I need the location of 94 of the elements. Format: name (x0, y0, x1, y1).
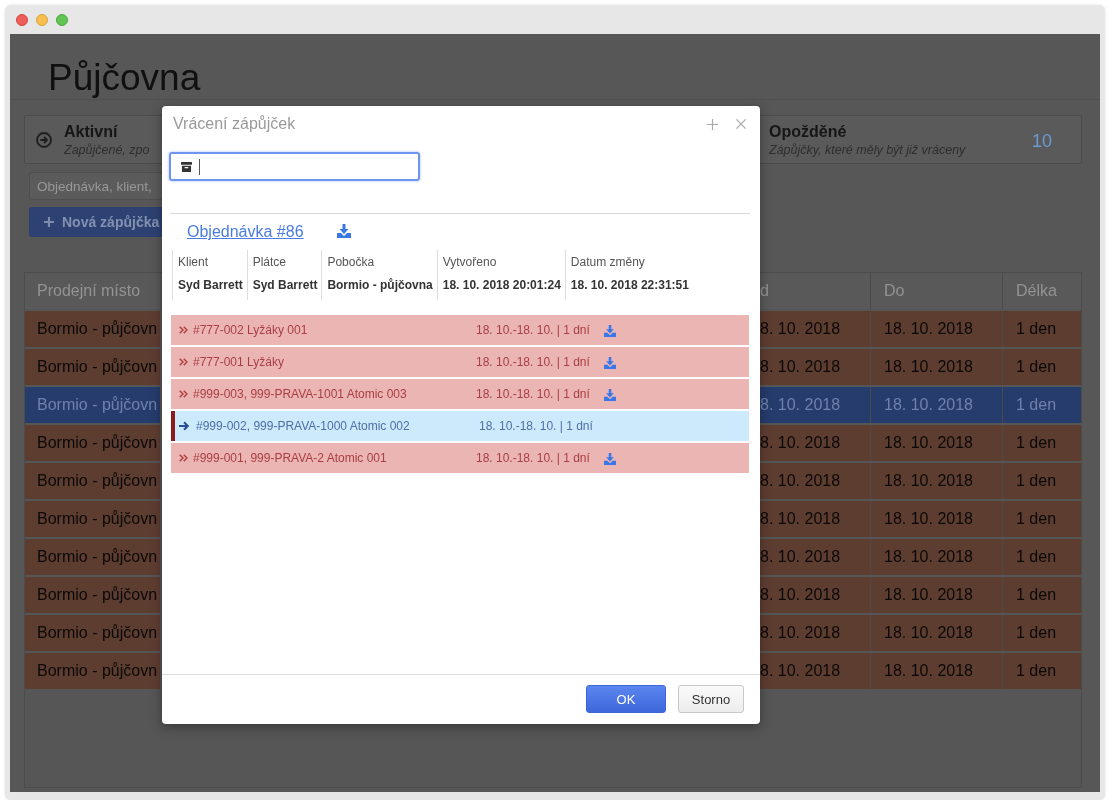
table-cell[interactable]: 18. 10. 2018 (870, 615, 1002, 651)
download-icon[interactable] (336, 224, 351, 238)
filter-count: 10 (1031, 131, 1052, 152)
info-label: Pobočka (327, 254, 375, 271)
table-cell[interactable]: 1 den (1002, 577, 1081, 613)
table-cell[interactable]: 18. 10. 2018 (870, 539, 1002, 575)
item-dates: 18. 10.-18. 10. | 1 dní (476, 451, 590, 465)
plus-icon[interactable] (707, 118, 718, 130)
table-cell[interactable]: 8. 10. 2018 (760, 615, 870, 651)
table-cell[interactable]: 8. 10. 2018 (760, 425, 870, 461)
loan-item-row[interactable]: #999-002, 999-PRAVA-1000 Atomic 002 18. 10.-18. 10. | 1 dní (171, 411, 749, 441)
item-dates: 18. 10.-18. 10. | 1 dní (476, 323, 590, 337)
double-chevron-icon (179, 358, 188, 366)
table-cell[interactable]: Bormio - půjčovn (25, 615, 160, 651)
ok-button[interactable]: OK (586, 685, 666, 713)
table-cell[interactable]: Bormio - půjčovn (25, 349, 160, 385)
double-chevron-icon (179, 326, 188, 334)
loan-item-row[interactable]: #999-001, 999-PRAVA-2 Atomic 001 18. 10.-18. 10. | 1 dní (171, 443, 749, 473)
table-cell[interactable]: 1 den (1002, 539, 1081, 575)
download-icon[interactable] (603, 325, 616, 337)
page-title: Půjčovna (48, 56, 201, 100)
download-icon[interactable] (603, 389, 616, 401)
table-cell[interactable]: Bormio - půjčovn (25, 539, 160, 575)
table-cell[interactable]: 18. 10. 2018 (870, 653, 1002, 689)
new-loan-button[interactable]: Nová zápůjčka (29, 207, 163, 237)
order-link[interactable]: Objednávka #86 (187, 223, 304, 241)
window-maximize-icon[interactable] (56, 13, 68, 26)
table-cell[interactable]: 18. 10. 2018 (870, 349, 1002, 385)
filter-title[interactable]: Opožděné (769, 122, 847, 142)
table-cell[interactable]: Bormio - půjčovn (25, 501, 160, 537)
table-cell[interactable]: 18. 10. 2018 (870, 425, 1002, 461)
table-cell[interactable]: 1 den (1002, 463, 1081, 499)
filter-title[interactable]: Aktivní (64, 122, 118, 142)
info-value: Bormio - půjčovna (327, 277, 433, 294)
table-cell[interactable]: 1 den (1002, 349, 1081, 385)
cancel-button[interactable]: Storno (678, 685, 744, 713)
text-cursor-icon (199, 158, 200, 175)
info-label: Vytvořeno (442, 254, 497, 271)
download-icon[interactable] (603, 357, 616, 369)
table-cell[interactable]: Bormio - půjčovn (25, 387, 160, 423)
table-cell[interactable]: 18. 10. 2018 (870, 387, 1002, 423)
info-value: Syd Barrett (252, 277, 318, 294)
info-label: Datum změny (570, 254, 645, 271)
table-cell[interactable]: Bormio - půjčovn (25, 311, 160, 347)
item-label: #999-003, 999-PRAVA-1001 Atomic 003 (193, 387, 408, 401)
table-cell[interactable]: 1 den (1002, 425, 1081, 461)
info-value: 18. 10. 2018 20:01:24 (442, 277, 561, 294)
item-label: #999-001, 999-PRAVA-2 Atomic 001 (193, 451, 388, 465)
double-chevron-icon (179, 390, 188, 398)
table-cell[interactable]: 1 den (1002, 501, 1081, 537)
dialog-title: Vrácení zápůjček (173, 115, 296, 133)
scan-field[interactable] (169, 152, 420, 181)
table-cell[interactable]: 8. 10. 2018 (760, 463, 870, 499)
table-cell[interactable]: 8. 10. 2018 (760, 577, 870, 613)
window-close-icon[interactable] (16, 13, 28, 26)
info-label: Klient (178, 254, 209, 271)
table-cell[interactable]: 18. 10. 2018 (870, 577, 1002, 613)
loan-item-row[interactable]: #999-003, 999-PRAVA-1001 Atomic 003 18. 10.-18. 10. | 1 dní (171, 379, 749, 409)
close-icon[interactable] (736, 119, 746, 129)
table-cell[interactable]: 18. 10. 2018 (870, 311, 1002, 347)
table-cell[interactable]: 8. 10. 2018 (760, 387, 870, 423)
item-dates: 18. 10.-18. 10. | 1 dní (476, 355, 590, 369)
table-cell[interactable]: 8. 10. 2018 (760, 653, 870, 689)
info-label: Plátce (252, 254, 287, 271)
archive-icon (181, 161, 192, 172)
search-field[interactable]: Objednávka, klient, (29, 172, 163, 200)
table-cell[interactable]: Bormio - půjčovn (25, 463, 160, 499)
arrow-right-icon (179, 421, 189, 431)
table-cell[interactable]: 1 den (1002, 615, 1081, 651)
table-cell[interactable]: 1 den (1002, 311, 1081, 347)
table-cell[interactable]: 8. 10. 2018 (760, 539, 870, 575)
table-cell[interactable]: Bormio - půjčovn (25, 577, 160, 613)
window-minimize-icon[interactable] (36, 13, 48, 26)
download-icon[interactable] (603, 453, 616, 465)
table-cell[interactable]: 18. 10. 2018 (870, 463, 1002, 499)
table-cell[interactable]: Bormio - půjčovn (25, 425, 160, 461)
loan-item-row[interactable]: #777-002 Lyžáky 001 18. 10.-18. 10. | 1 dní (171, 315, 749, 345)
plus-icon (44, 217, 54, 227)
table-cell[interactable]: Bormio - půjčovn (25, 653, 160, 689)
table-cell[interactable]: 8. 10. 2018 (760, 311, 870, 347)
table-cell[interactable]: 8. 10. 2018 (760, 501, 870, 537)
table-cell[interactable]: 8. 10. 2018 (760, 349, 870, 385)
item-dates: 18. 10.-18. 10. | 1 dní (476, 387, 590, 401)
table-cell[interactable]: 1 den (1002, 387, 1081, 423)
item-label: #999-002, 999-PRAVA-1000 Atomic 002 (196, 419, 411, 433)
info-value: 18. 10. 2018 22:31:51 (570, 277, 689, 294)
item-label: #777-002 Lyžáky 001 (193, 323, 309, 337)
item-dates: 18. 10.-18. 10. | 1 dní (479, 419, 593, 433)
double-chevron-icon (179, 454, 188, 462)
info-value: Syd Barrett (178, 277, 243, 294)
item-label: #777-001 Lyžáky (193, 355, 285, 369)
table-cell[interactable]: 1 den (1002, 653, 1081, 689)
loan-item-row[interactable]: #777-001 Lyžáky 18. 10.-18. 10. | 1 dní (171, 347, 749, 377)
table-cell[interactable]: 18. 10. 2018 (870, 501, 1002, 537)
